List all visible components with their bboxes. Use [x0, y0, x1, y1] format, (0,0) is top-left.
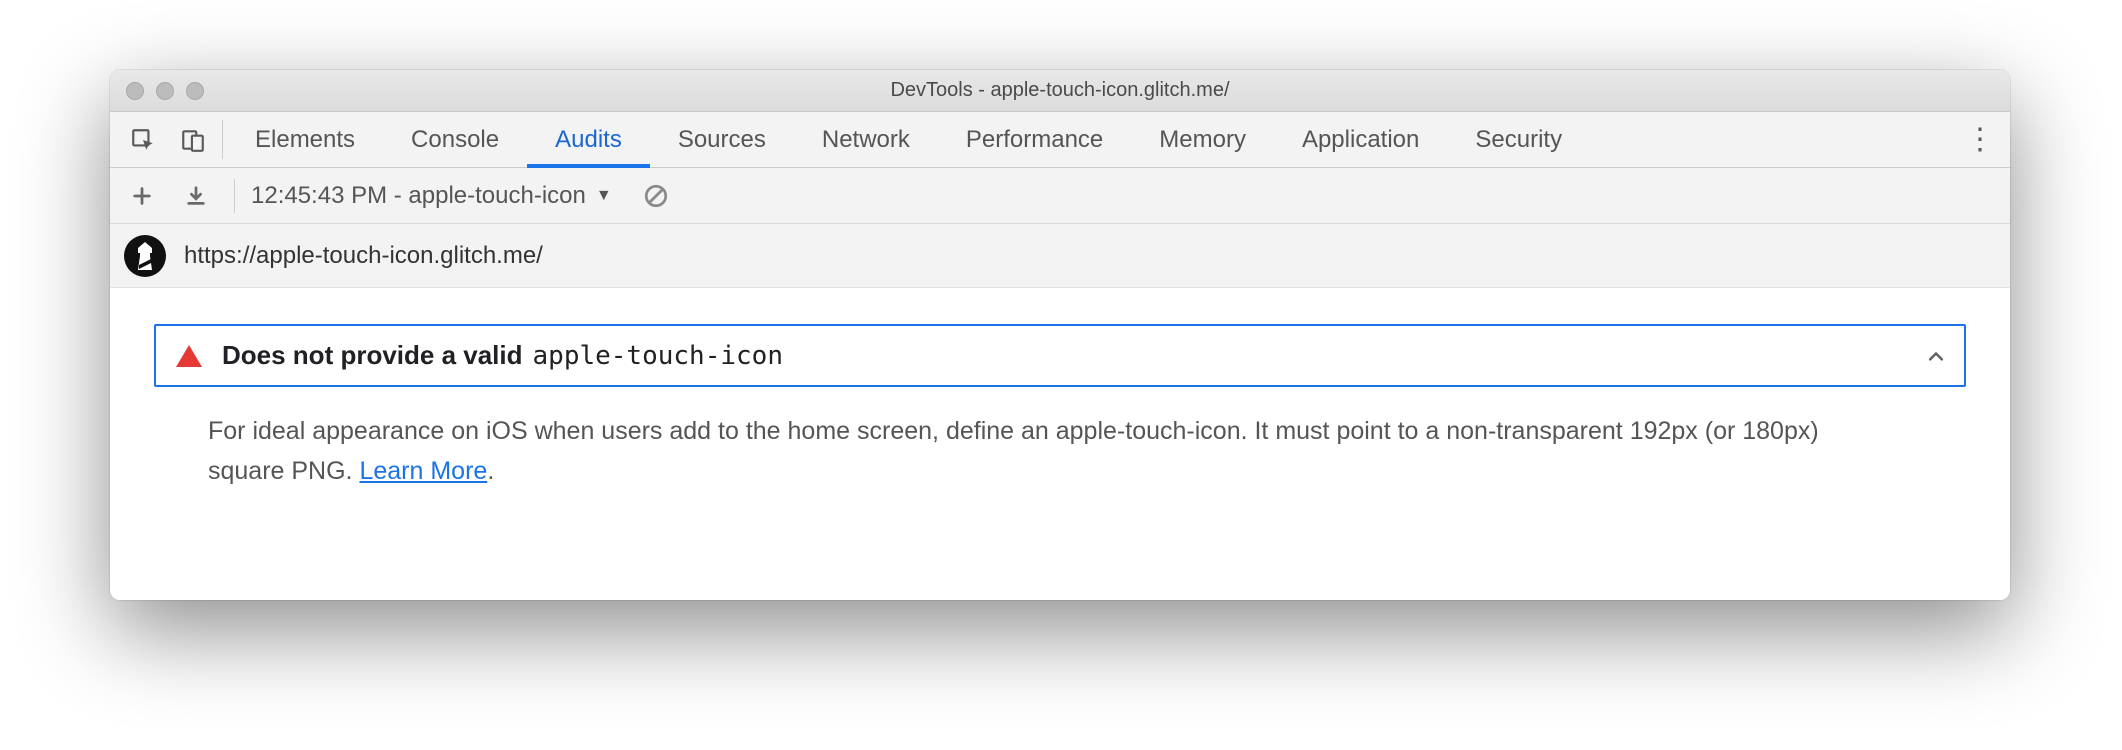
window-title: DevTools - apple-touch-icon.glitch.me/ [110, 79, 2010, 102]
fail-triangle-icon [176, 345, 202, 367]
learn-more-link[interactable]: Learn More [359, 457, 487, 485]
close-dot[interactable] [126, 82, 144, 100]
more-options-icon[interactable]: ⋮ [1950, 112, 2010, 167]
window-titlebar: DevTools - apple-touch-icon.glitch.me/ [110, 70, 2010, 112]
inspect-element-icon[interactable] [118, 112, 168, 167]
traffic-lights [126, 82, 204, 100]
tab-label: Performance [966, 126, 1103, 154]
audit-content: Does not provide a valid apple-touch-ico… [110, 288, 2010, 600]
tab-label: Elements [255, 126, 355, 154]
chevron-down-icon: ▼ [596, 187, 612, 205]
clear-all-icon[interactable] [634, 183, 678, 209]
tab-memory[interactable]: Memory [1131, 112, 1274, 167]
tab-performance[interactable]: Performance [938, 112, 1131, 167]
audit-title: Does not provide a valid apple-touch-ico… [222, 340, 783, 371]
report-selector-label: 12:45:43 PM - apple-touch-icon [251, 182, 586, 210]
tab-label: Memory [1159, 126, 1246, 154]
lighthouse-icon [124, 235, 166, 277]
audit-url-row: https://apple-touch-icon.glitch.me/ [110, 224, 2010, 288]
tab-label: Audits [555, 126, 622, 154]
tab-label: Security [1475, 126, 1562, 154]
toggle-device-toolbar-icon[interactable] [168, 112, 218, 167]
chevron-up-icon[interactable] [1926, 346, 1946, 366]
tab-security[interactable]: Security [1447, 112, 1590, 167]
tab-network[interactable]: Network [794, 112, 938, 167]
new-audit-icon[interactable] [120, 185, 164, 207]
tab-label: Console [411, 126, 499, 154]
tabbar-divider [222, 120, 223, 159]
audit-title-text: Does not provide a valid [222, 340, 523, 371]
minimize-dot[interactable] [156, 82, 174, 100]
tab-console[interactable]: Console [383, 112, 527, 167]
tab-sources[interactable]: Sources [650, 112, 794, 167]
audits-toolbar: 12:45:43 PM - apple-touch-icon ▼ [110, 168, 2010, 224]
zoom-dot[interactable] [186, 82, 204, 100]
tab-application[interactable]: Application [1274, 112, 1447, 167]
tab-elements[interactable]: Elements [227, 112, 383, 167]
audit-item[interactable]: Does not provide a valid apple-touch-ico… [154, 324, 1966, 387]
report-selector[interactable]: 12:45:43 PM - apple-touch-icon ▼ [251, 182, 612, 210]
toolbar-divider [234, 179, 235, 213]
download-report-icon[interactable] [174, 185, 218, 207]
audit-description: For ideal appearance on iOS when users a… [154, 411, 1834, 491]
audit-title-code: apple-touch-icon [533, 341, 783, 371]
audited-url: https://apple-touch-icon.glitch.me/ [184, 242, 543, 270]
tab-label: Application [1302, 126, 1419, 154]
audit-description-suffix: . [487, 457, 494, 485]
tab-audits[interactable]: Audits [527, 112, 650, 167]
tab-label: Network [822, 126, 910, 154]
tab-label: Sources [678, 126, 766, 154]
devtools-tabbar: Elements Console Audits Sources Network … [110, 112, 2010, 168]
devtools-window: DevTools - apple-touch-icon.glitch.me/ E… [110, 70, 2010, 600]
